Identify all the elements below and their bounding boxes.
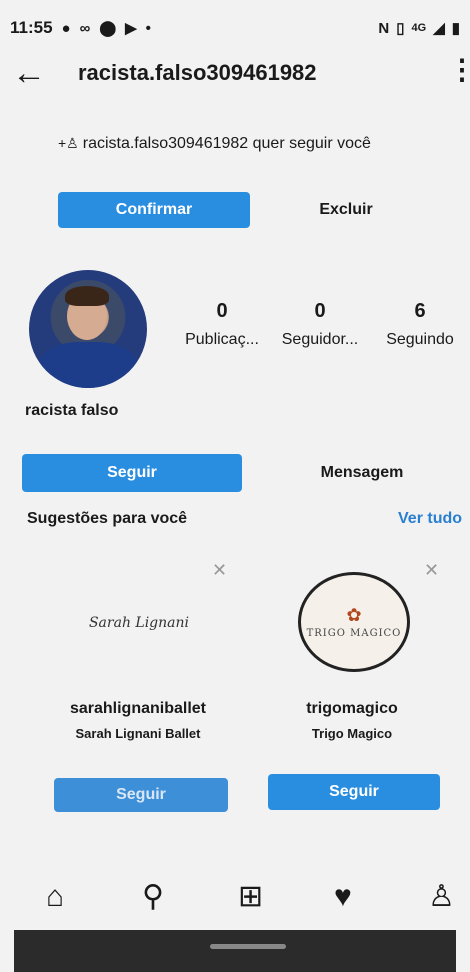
- add-person-icon: +♙: [58, 135, 79, 151]
- network-type: 4G: [411, 22, 427, 34]
- stat-posts-label: Publicaç...: [185, 331, 259, 348]
- system-gesture-bar: [14, 930, 456, 972]
- search-icon[interactable]: ⚲: [142, 880, 164, 914]
- back-arrow-icon[interactable]: ←: [12, 56, 46, 90]
- message-button[interactable]: Mensagem: [280, 454, 444, 492]
- profile-header: ← racista.falso309461982 ⋮: [0, 46, 470, 102]
- stat-following-label: Seguindo: [386, 331, 454, 348]
- stat-following[interactable]: 6 Seguindo: [378, 300, 462, 349]
- dot-icon: •: [145, 19, 151, 37]
- home-icon[interactable]: ⌂: [46, 880, 64, 914]
- close-icon[interactable]: ✕: [424, 560, 439, 581]
- status-time: 11:55: [10, 18, 53, 37]
- avatar-shirt: [39, 342, 137, 388]
- stat-posts[interactable]: 0 Publicaç...: [175, 300, 269, 349]
- profile-name: racista falso: [25, 402, 119, 419]
- battery-icon: ▮: [451, 20, 460, 37]
- sarah-lignani-logo: Sarah Lignani: [74, 598, 204, 648]
- vibrate-icon: ▯: [396, 20, 405, 37]
- avatar-hair: [65, 286, 109, 306]
- trigo-logo-text: TRIGO MAGICO: [306, 627, 402, 639]
- signal-icon: ◢: [433, 20, 445, 37]
- follow-request-text: +♙ racista.falso309461982 quer seguir voc…: [58, 133, 418, 154]
- confirm-button[interactable]: Confirmar: [58, 192, 250, 228]
- wheat-icon: ✿: [346, 604, 362, 625]
- bottom-nav: ⌂ ⚲ ⊞ ♥ ♙: [0, 870, 470, 930]
- home-gesture-handle[interactable]: [210, 944, 286, 949]
- delete-button[interactable]: Excluir: [266, 192, 426, 228]
- trigo-magico-logo: ✿ TRIGO MAGICO: [298, 572, 410, 672]
- avatar[interactable]: [29, 270, 147, 388]
- see-all-link[interactable]: Ver tudo: [398, 510, 462, 528]
- more-options-icon[interactable]: ⋮: [448, 56, 470, 84]
- notification-icon: ●: [61, 19, 71, 37]
- stat-posts-value: 0: [216, 300, 228, 322]
- suggestion-follow-button[interactable]: Seguir: [54, 778, 228, 812]
- page-title: racista.falso309461982: [78, 60, 317, 85]
- location-icon: ⬤: [99, 20, 117, 37]
- suggestion-full-name: Sarah Lignani Ballet: [75, 726, 201, 741]
- suggestions-title: Sugestões para você: [27, 510, 188, 527]
- stat-following-value: 6: [414, 300, 426, 322]
- close-icon[interactable]: ✕: [212, 560, 227, 581]
- follow-button[interactable]: Seguir: [22, 454, 242, 492]
- add-post-icon[interactable]: ⊞: [238, 880, 263, 914]
- profile-icon[interactable]: ♙: [428, 880, 455, 914]
- suggestion-username[interactable]: trigomagico: [252, 700, 452, 718]
- sarah-logo-text: Sarah Lignani: [88, 615, 190, 631]
- stat-followers-value: 0: [314, 300, 326, 322]
- suggestion-username[interactable]: sarahlignaniballet: [38, 700, 238, 718]
- suggestion-full-name: Trigo Magico: [311, 726, 393, 741]
- stat-followers[interactable]: 0 Seguidor...: [274, 300, 366, 349]
- stat-followers-label: Seguidor...: [281, 331, 359, 348]
- nfc-icon: N: [378, 19, 390, 37]
- follow-request-message: racista.falso309461982 quer seguir você: [82, 135, 371, 152]
- voicemail-icon: ∞: [79, 19, 91, 37]
- heart-icon[interactable]: ♥: [334, 880, 352, 914]
- suggestion-follow-button[interactable]: Seguir: [268, 774, 440, 810]
- youtube-icon: ▶: [125, 20, 137, 37]
